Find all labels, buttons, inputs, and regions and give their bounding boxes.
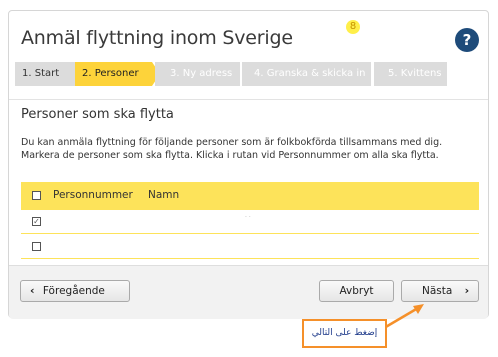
table-header: Personnummer Namn: [21, 182, 479, 210]
select-all-checkbox[interactable]: [32, 191, 41, 200]
step-start: 1. Start: [15, 62, 75, 86]
step-ny-adress-label: 3. Ny adress: [170, 68, 233, 79]
row-checkbox-checked[interactable]: ✓: [32, 217, 41, 226]
header-divider: [9, 99, 488, 100]
row-placeholder-dots: · ·: [245, 214, 251, 221]
step-personer-label: 2. Personer: [82, 68, 139, 79]
step-ny-adress: 3. Ny adress: [155, 62, 240, 86]
step-start-label: 1. Start: [22, 68, 60, 79]
previous-button-label: Föregående: [42, 285, 105, 297]
page-title: Anmäl flyttning inom Sverige: [21, 27, 293, 49]
section-description: Du kan anmäla flyttning för följande per…: [21, 137, 443, 161]
previous-button[interactable]: ‹ Föregående: [20, 280, 130, 302]
step-personer: 2. Personer: [75, 62, 160, 86]
step-kvittens: 5. Kvittens: [374, 62, 447, 86]
instruction-callout-text: إضغط على التالي: [311, 328, 378, 338]
table-row: ✓ · ·: [21, 210, 479, 234]
step-granska: 4. Granska & skicka in: [242, 62, 371, 86]
section-title: Personer som ska flytta: [21, 107, 174, 122]
table-row: [21, 235, 479, 259]
row-checkbox[interactable]: [32, 242, 41, 251]
step-count-badge: 8: [346, 20, 360, 34]
step-granska-label: 4. Granska & skicka in: [254, 68, 366, 79]
next-button-label: Nästa: [422, 285, 453, 297]
instruction-callout: إضغط على التالي: [302, 319, 387, 348]
next-button[interactable]: Nästa ›: [401, 280, 479, 302]
chevron-left-icon: ‹: [30, 284, 35, 297]
help-button[interactable]: ?: [455, 28, 479, 52]
cancel-button-label: Avbryt: [339, 285, 374, 297]
chevron-right-icon: ›: [464, 284, 470, 297]
step-kvittens-label: 5. Kvittens: [388, 68, 442, 79]
callout-arrow-icon: [383, 304, 424, 330]
move-registration-panel: Anmäl flyttning inom Sverige 8 ? 1. Star…: [8, 10, 489, 319]
column-personnummer: Personnummer: [53, 189, 133, 201]
column-namn: Namn: [148, 189, 180, 201]
cancel-button[interactable]: Avbryt: [319, 280, 394, 302]
